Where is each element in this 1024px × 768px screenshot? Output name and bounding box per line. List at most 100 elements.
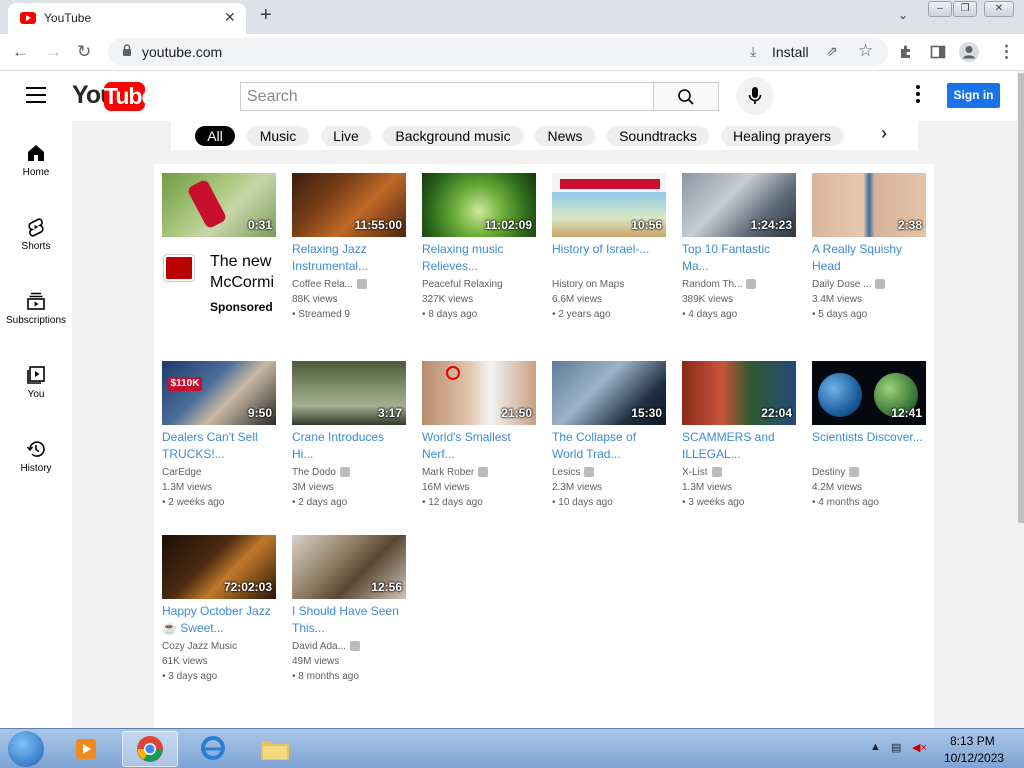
- video-card[interactable]: 10:56 History of Israel-... History on M…: [552, 173, 666, 320]
- sidebar-item-shorts[interactable]: Shorts: [0, 217, 72, 252]
- install-app-icon[interactable]: ⤓: [750, 43, 756, 60]
- video-card[interactable]: 11:55:00 Relaxing Jazz Instrumental... C…: [292, 173, 406, 320]
- video-title[interactable]: I Should Have Seen This...: [292, 603, 406, 637]
- video-thumbnail[interactable]: 21:50: [422, 361, 536, 425]
- chip-music[interactable]: Music: [247, 126, 309, 146]
- video-title[interactable]: Relaxing music Relieves...: [422, 241, 536, 275]
- minimize-window-button[interactable]: –: [928, 1, 952, 17]
- channel-name[interactable]: X-List: [682, 467, 796, 478]
- hamburger-menu-icon[interactable]: [26, 87, 46, 103]
- clock-time[interactable]: 8:13 PM: [950, 734, 995, 748]
- video-card[interactable]: 1:24:23 Top 10 Fantastic Ma... Random Th…: [682, 173, 796, 320]
- video-thumbnail[interactable]: 12:56: [292, 535, 406, 599]
- search-input[interactable]: [241, 83, 653, 110]
- video-thumbnail[interactable]: $110K 9:50: [162, 361, 276, 425]
- video-title[interactable]: World's Smallest Nerf...: [422, 429, 536, 463]
- chip-soundtracks[interactable]: Soundtracks: [607, 126, 709, 146]
- bookmark-star-icon[interactable]: ☆: [858, 41, 873, 61]
- search-button[interactable]: [653, 82, 719, 111]
- tab-search-chevron-icon[interactable]: ⌄: [898, 8, 908, 22]
- channel-name[interactable]: Mark Rober: [422, 467, 536, 478]
- chip-news[interactable]: News: [535, 126, 595, 146]
- video-card[interactable]: 11:02:09 Relaxing music Relieves... Peac…: [422, 173, 536, 320]
- video-title[interactable]: Scientists Discover...: [812, 429, 926, 463]
- channel-name[interactable]: David Ada...: [292, 641, 406, 652]
- video-thumbnail[interactable]: 10:56: [552, 173, 666, 237]
- voice-search-button[interactable]: [736, 77, 774, 115]
- channel-name[interactable]: History on Maps: [552, 279, 666, 290]
- video-thumbnail[interactable]: 72:02:03: [162, 535, 276, 599]
- channel-name[interactable]: Cozy Jazz Music: [162, 641, 276, 652]
- video-card[interactable]: 12:41 Scientists Discover... Destiny 4.2…: [812, 361, 926, 508]
- network-icon[interactable]: ▤: [891, 741, 901, 754]
- taskbar-internet-explorer[interactable]: [186, 731, 242, 767]
- sidebar-item-history[interactable]: History: [0, 439, 72, 474]
- video-title[interactable]: Relaxing Jazz Instrumental...: [292, 241, 406, 275]
- channel-name[interactable]: Lesics: [552, 467, 666, 478]
- close-window-button[interactable]: ✕: [984, 1, 1014, 17]
- side-panel-icon[interactable]: [930, 44, 946, 60]
- windows-start-button[interactable]: [8, 731, 44, 767]
- video-card[interactable]: 2:38 A Really Squishy Head Daily Dose ..…: [812, 173, 926, 320]
- youtube-logo-icon[interactable]: You Tube: [72, 81, 154, 113]
- channel-name[interactable]: CarEdge: [162, 467, 276, 478]
- sign-in-button[interactable]: Sign in: [947, 83, 1000, 108]
- clock-date[interactable]: 10/12/2023: [944, 751, 1004, 765]
- video-card[interactable]: 15:30 The Collapse of World Trad... Lesi…: [552, 361, 666, 508]
- video-thumbnail[interactable]: 11:55:00: [292, 173, 406, 237]
- show-hidden-icons-icon[interactable]: ▲: [870, 741, 881, 753]
- video-thumbnail[interactable]: 1:24:23: [682, 173, 796, 237]
- video-card[interactable]: 3:17 Crane Introduces Hi... The Dodo 3M …: [292, 361, 406, 508]
- sidebar-item-home[interactable]: Home: [0, 143, 72, 178]
- channel-name[interactable]: Daily Dose ...: [812, 279, 926, 290]
- chip-background-music[interactable]: Background music: [383, 126, 523, 146]
- sponsored-ad-card[interactable]: 0:31 The new McCormi Sponsored: [162, 173, 276, 323]
- video-title[interactable]: SCAMMERS and ILLEGAL...: [682, 429, 796, 463]
- video-card[interactable]: 22:04 SCAMMERS and ILLEGAL... X-List 1.3…: [682, 361, 796, 508]
- scrollbar-thumb[interactable]: [1018, 73, 1024, 523]
- video-title[interactable]: History of Israel-...: [552, 241, 666, 275]
- reload-icon[interactable]: ↻: [77, 42, 91, 62]
- video-thumbnail[interactable]: 12:41: [812, 361, 926, 425]
- video-card[interactable]: $110K 9:50 Dealers Can't Sell TRUCKS!...…: [162, 361, 276, 508]
- chevron-right-icon[interactable]: ›: [881, 123, 887, 144]
- video-title[interactable]: Top 10 Fantastic Ma...: [682, 241, 796, 275]
- video-title[interactable]: Happy October Jazz ☕ Sweet...: [162, 603, 276, 637]
- url-text[interactable]: youtube.com: [142, 44, 222, 60]
- video-card[interactable]: 21:50 World's Smallest Nerf... Mark Robe…: [422, 361, 536, 508]
- chip-all[interactable]: All: [195, 126, 235, 146]
- channel-name[interactable]: Destiny: [812, 467, 926, 478]
- video-thumbnail[interactable]: 22:04: [682, 361, 796, 425]
- channel-name[interactable]: Random Th...: [682, 279, 796, 290]
- back-arrow-icon[interactable]: ←: [12, 42, 29, 62]
- share-icon[interactable]: ⇗: [826, 43, 838, 60]
- video-title[interactable]: Dealers Can't Sell TRUCKS!...: [162, 429, 276, 463]
- install-button[interactable]: Install: [772, 44, 809, 60]
- sidebar-item-you[interactable]: You: [0, 365, 72, 400]
- forward-arrow-icon[interactable]: →: [45, 42, 62, 62]
- channel-name[interactable]: Peaceful Relaxing: [422, 279, 536, 290]
- chip-healing-prayers[interactable]: Healing prayers: [721, 126, 843, 146]
- video-thumbnail[interactable]: 3:17: [292, 361, 406, 425]
- restore-window-button[interactable]: ❐: [953, 1, 977, 17]
- chrome-menu-icon[interactable]: ⋮: [998, 42, 1015, 62]
- page-scrollbar[interactable]: [1017, 71, 1024, 728]
- sidebar-item-subscriptions[interactable]: Subscriptions: [0, 291, 72, 326]
- taskbar-chrome[interactable]: [122, 731, 178, 767]
- video-thumbnail[interactable]: 11:02:09: [422, 173, 536, 237]
- taskbar-media-player[interactable]: [58, 731, 114, 767]
- video-card[interactable]: 72:02:03 Happy October Jazz ☕ Sweet... C…: [162, 535, 276, 682]
- video-title[interactable]: Crane Introduces Hi...: [292, 429, 406, 463]
- video-card[interactable]: 12:56 I Should Have Seen This... David A…: [292, 535, 406, 682]
- channel-name[interactable]: The Dodo: [292, 467, 406, 478]
- profile-avatar-icon[interactable]: [958, 41, 980, 63]
- address-bar[interactable]: youtube.com ⤓ Install ⇗ ☆: [108, 38, 888, 66]
- video-title[interactable]: A Really Squishy Head: [812, 241, 926, 275]
- tab-close-icon[interactable]: ✕: [224, 9, 236, 26]
- video-thumbnail[interactable]: 2:38: [812, 173, 926, 237]
- ad-thumbnail[interactable]: 0:31: [162, 173, 276, 237]
- browser-tab-youtube[interactable]: YouTube ✕: [8, 3, 246, 34]
- ad-title[interactable]: The new McCormi: [210, 251, 280, 295]
- taskbar-file-explorer[interactable]: [248, 731, 304, 767]
- new-tab-button[interactable]: +: [260, 4, 272, 27]
